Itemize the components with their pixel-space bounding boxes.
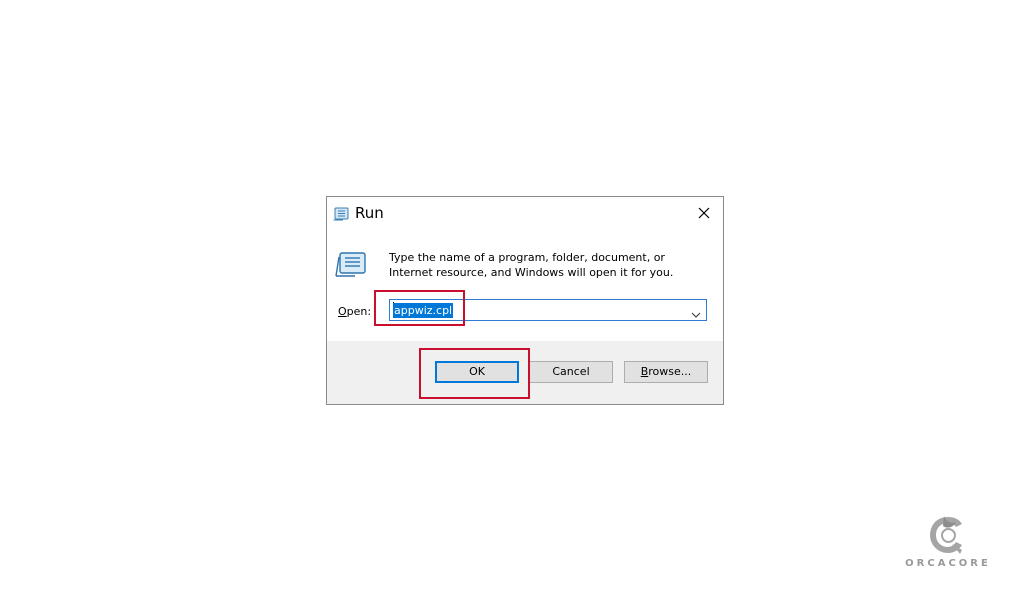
open-label-mnemonic: O bbox=[338, 305, 347, 318]
close-icon bbox=[698, 207, 710, 219]
browse-button[interactable]: Browse... bbox=[624, 361, 708, 383]
run-program-icon bbox=[335, 251, 367, 279]
browse-label: rowse... bbox=[648, 365, 692, 378]
open-label-text: pen: bbox=[346, 305, 372, 318]
orcacore-logo: ORCACORE bbox=[900, 514, 996, 574]
watermark-text: ORCACORE bbox=[905, 558, 991, 569]
open-label: Open: bbox=[338, 304, 371, 319]
button-bar: OK Cancel Browse... bbox=[327, 341, 723, 404]
dialog-content: Type the name of a program, folder, docu… bbox=[327, 229, 723, 341]
dialog-title: Run bbox=[355, 204, 384, 222]
close-button[interactable] bbox=[685, 197, 723, 229]
dialog-description: Type the name of a program, folder, docu… bbox=[389, 251, 674, 279]
run-dialog: Run Type the name of a program, folder, … bbox=[326, 196, 724, 405]
open-input[interactable]: appwiz.cpl bbox=[393, 303, 454, 318]
chevron-down-icon[interactable] bbox=[690, 305, 702, 318]
title-bar[interactable]: Run bbox=[327, 197, 723, 229]
cancel-button[interactable]: Cancel bbox=[529, 361, 613, 383]
open-combobox[interactable]: appwiz.cpl bbox=[389, 299, 707, 321]
run-icon bbox=[333, 206, 349, 221]
ok-button[interactable]: OK bbox=[435, 361, 519, 383]
orca-icon bbox=[930, 516, 962, 554]
